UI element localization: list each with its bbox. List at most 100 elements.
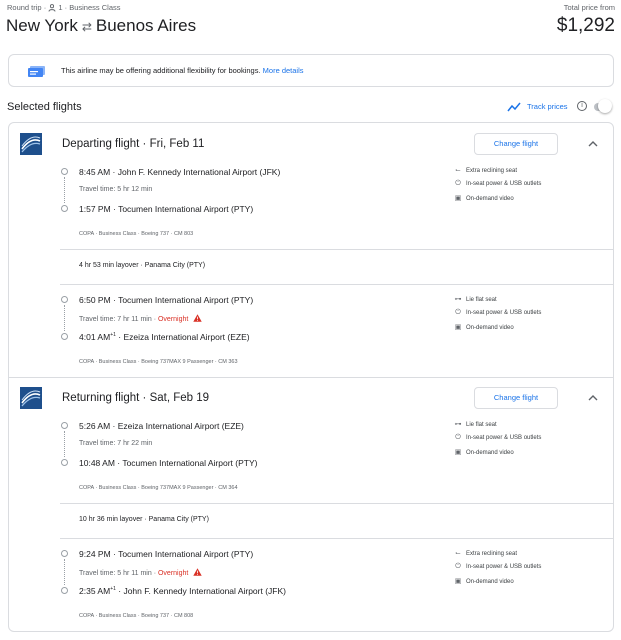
flight-details: COPA · Business Class · Boeing 737 · CM … [79, 231, 194, 237]
departure-time: 8:45 AM [79, 167, 111, 177]
departure-time: 6:50 PM [79, 295, 111, 305]
chevron-up-icon[interactable] [587, 139, 599, 149]
amenity-label: On-demand video [466, 325, 514, 331]
amenity-item: ▣ On-demand video [453, 194, 514, 202]
amenity-label: On-demand video [466, 579, 514, 585]
recline-seat-icon: ⌙ [455, 167, 461, 174]
change-departing-flight-button[interactable]: Change flight [474, 133, 558, 155]
amenity-item: ⏻ In-seat power & USB outlets [453, 434, 541, 442]
power-plug-icon: ⏻ [455, 309, 461, 316]
departure-stop: 8:45 AM · John F. Kennedy International … [79, 167, 281, 177]
cabin-class: Business Class [69, 3, 121, 12]
departure-airport: Tocumen International Airport (PTY) [118, 295, 254, 305]
video-icon: ▣ [454, 324, 462, 331]
arrival-time: 1:57 PM [79, 204, 111, 214]
layover-info: 10 hr 36 min layover · Panama City (PTY) [79, 516, 209, 523]
flight-details: COPA · Business Class · Boeing 737MAX 9 … [79, 485, 238, 491]
trip-type: Round trip [7, 3, 42, 12]
arrival-dot [61, 205, 68, 212]
power-plug-icon: ⏻ [455, 563, 461, 570]
arrival-airport: John F. Kennedy International Airport (J… [123, 586, 286, 596]
overnight-label: Overnight [157, 570, 189, 577]
selected-flights-title: Selected flights [7, 101, 82, 113]
amenity-item: ⌙ Extra reclining seat [453, 166, 517, 174]
departing-label: Departing flight [62, 138, 140, 150]
arrival-airport: Tocumen International Airport (PTY) [118, 204, 254, 214]
flexibility-text: This airline may be offering additional … [61, 66, 261, 75]
amenity-label: Lie flat seat [466, 297, 497, 303]
departure-airport: John F. Kennedy International Airport (J… [117, 167, 281, 177]
departure-stop: 9:24 PM · Tocumen International Airport … [79, 549, 254, 559]
flight-details: COPA · Business Class · Boeing 737MAX 9 … [79, 359, 238, 365]
amenity-label: On-demand video [466, 196, 514, 202]
arrival-stop: 10:48 AM · Tocumen International Airport… [79, 458, 258, 468]
route-line [64, 177, 65, 203]
amenity-label: In-seat power & USB outlets [466, 435, 542, 441]
amenity-item: ⌙ Extra reclining seat [453, 549, 517, 557]
arrival-time: 2:35 AM [79, 586, 111, 596]
chevron-up-icon[interactable] [587, 393, 599, 403]
video-icon: ▣ [454, 195, 462, 202]
arrival-dot [61, 459, 68, 466]
flight-details: COPA · Business Class · Boeing 737 · CM … [79, 613, 194, 619]
divider [60, 538, 614, 539]
travel-time: Travel time: 5 hr 12 min [79, 186, 153, 193]
amenity-label: In-seat power & USB outlets [466, 181, 542, 187]
power-plug-icon: ⏻ [455, 180, 461, 187]
departure-time: 9:24 PM [79, 549, 111, 559]
arrival-airport: Ezeiza International Airport (EZE) [123, 332, 250, 342]
amenity-item: ▣ On-demand video [453, 577, 514, 585]
video-icon: ▣ [454, 449, 462, 456]
layover-info: 4 hr 53 min layover · Panama City (PTY) [79, 262, 206, 269]
amenity-item: ▣ On-demand video [453, 323, 514, 331]
trend-graph-icon [507, 102, 521, 112]
amenity-item: ⏻ In-seat power & USB outlets [453, 309, 541, 317]
price-label: Total price from [563, 3, 615, 12]
departure-dot [61, 168, 68, 175]
next-day-marker: +1 [110, 586, 116, 593]
section-divider [8, 377, 614, 378]
travel-duration: Travel time: 7 hr 11 min [79, 316, 152, 323]
amenity-label: In-seat power & USB outlets [466, 564, 542, 570]
departure-airport: Tocumen International Airport (PTY) [118, 549, 254, 559]
more-details-link[interactable]: More details [263, 66, 304, 75]
power-plug-icon: ⏻ [455, 434, 461, 441]
arrival-stop: 2:35 AM+1 · John F. Kennedy Internationa… [79, 586, 286, 596]
round-trip-arrows-icon: ⇄ [81, 20, 92, 34]
returning-label: Returning flight [62, 392, 140, 404]
amenity-item: ⏻ In-seat power & USB outlets [453, 563, 541, 571]
route-line [64, 559, 65, 585]
amenity-item: ▣ On-demand video [453, 448, 514, 456]
route-line [64, 305, 65, 331]
ticket-icon [28, 66, 45, 77]
travel-duration: Travel time: 5 hr 11 min [79, 570, 152, 577]
departing-flight-title: Departing flight · Fri, Feb 11 [62, 138, 205, 150]
arrival-stop: 1:57 PM · Tocumen International Airport … [79, 204, 254, 214]
returning-date: Sat, Feb 19 [149, 392, 210, 404]
departure-airport: Ezeiza International Airport (EZE) [117, 421, 244, 431]
amenity-label: Lie flat seat [466, 422, 497, 428]
total-price: $1,292 [556, 15, 615, 36]
route-title: New York ⇄ Buenos Aires [6, 16, 196, 36]
travel-time: Travel time: 7 hr 22 min [79, 440, 153, 447]
divider [60, 284, 614, 285]
info-icon[interactable]: i [577, 101, 587, 111]
amenity-item: ⏻ In-seat power & USB outlets [453, 180, 541, 188]
amenity-label: On-demand video [466, 450, 514, 456]
amenity-label: Extra reclining seat [466, 168, 518, 174]
departure-time: 5:26 AM [79, 421, 111, 431]
warning-icon [193, 568, 202, 576]
travel-time: Travel time: 7 hr 11 min · Overnight [79, 314, 202, 323]
divider [60, 249, 614, 250]
destination-city: Buenos Aires [95, 16, 197, 35]
divider [60, 503, 614, 504]
amenity-label: In-seat power & USB outlets [466, 310, 542, 316]
video-icon: ▣ [454, 578, 462, 585]
next-day-marker: +1 [110, 332, 116, 339]
track-prices-label[interactable]: Track prices [527, 102, 568, 111]
copa-logo [20, 387, 42, 409]
toggle-knob[interactable] [598, 99, 612, 113]
route-line [64, 431, 65, 457]
arrival-dot [61, 333, 68, 340]
change-returning-flight-button[interactable]: Change flight [474, 387, 558, 409]
